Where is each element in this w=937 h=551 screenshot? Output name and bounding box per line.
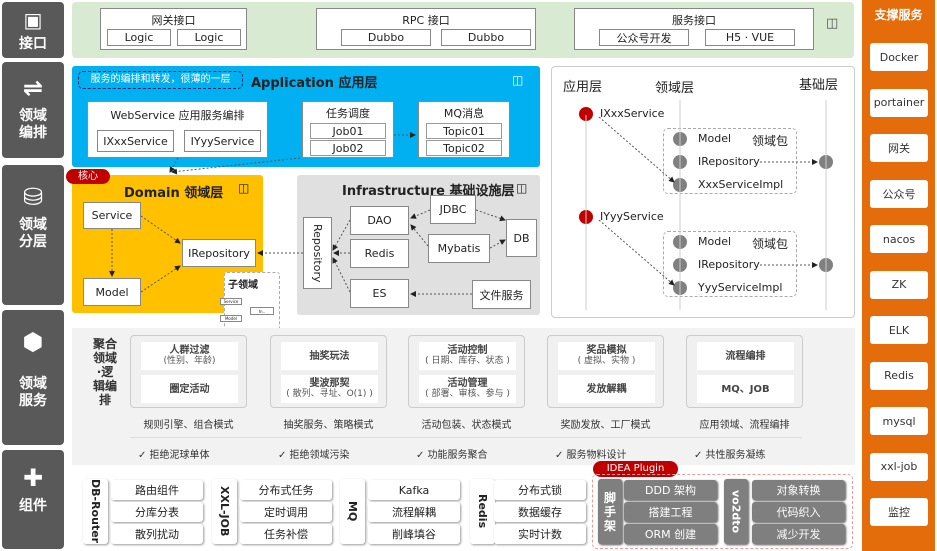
support-item[interactable]: Docker	[870, 43, 928, 71]
support-item[interactable]: nacos	[870, 225, 928, 253]
component-label: Redis	[470, 479, 495, 544]
card-caption: 应用领域、流程编排	[699, 420, 790, 431]
connector-arrows	[109, 100, 827, 310]
component-label: DB-Router	[83, 479, 108, 544]
card-item-note: ( 日期、库存、状态 )	[425, 356, 510, 366]
check-item: ✓ 拒绝领域污染	[278, 450, 350, 461]
support-item[interactable]: ELK	[870, 316, 928, 344]
card-item-note: (性别、年龄)	[163, 356, 216, 366]
card-item: 人群过滤 (性别、年龄)	[141, 342, 238, 370]
card-item: 发放解耦	[558, 375, 655, 403]
component-item: 路由组件	[111, 480, 203, 500]
card-item: 流程编排	[697, 342, 794, 370]
check-item: ✓ 服务物料设计	[555, 450, 627, 461]
component-item: 分布式任务	[240, 480, 332, 500]
card-caption: 规则引擎、组合模式	[143, 420, 234, 431]
component-item: 定时调用	[240, 502, 332, 522]
component-item: 任务补偿	[240, 524, 332, 544]
plugin-box	[592, 474, 853, 549]
check-item: ✓ 拒绝泥球单体	[138, 450, 210, 461]
support-item[interactable]: mysql	[870, 407, 928, 435]
component-label: XXL-JOB	[212, 479, 237, 544]
support-item[interactable]: 网关	[870, 134, 928, 162]
component-item: 实时计数	[494, 524, 586, 544]
card-item: MQ、JOB	[697, 375, 794, 403]
card-caption: 抽奖服务、策略模式	[283, 420, 374, 431]
card-item-title: 斐波那契	[309, 378, 350, 389]
card-item-title: 奖品模拟	[586, 345, 627, 356]
component-item: 分库分表	[111, 502, 203, 522]
card-item-title: MQ、JOB	[721, 383, 770, 395]
card-item: 奖品模拟( 虚拟、实物 )	[558, 342, 655, 370]
card-item: 抽奖玩法	[281, 342, 378, 370]
component-item: 数据缓存	[494, 502, 586, 522]
card-item-note: ( 部署、审核、参与 )	[425, 389, 510, 399]
card-item-title: 抽奖玩法	[309, 350, 350, 362]
domain-service-label: 聚合领域·逻辑编排	[92, 337, 117, 407]
service-card: 活动控制( 日期、库存、状态 ) 活动管理( 部署、审核、参与 )	[408, 335, 525, 408]
divider	[130, 437, 802, 438]
component-label: MQ	[340, 479, 365, 544]
service-card: 抽奖玩法斐波那契( 散列、寻址、O(1) )	[270, 335, 387, 408]
card-item-note: ( 虚拟、实物 )	[577, 356, 636, 366]
card-caption: 活动包装、状态模式	[421, 420, 512, 431]
card-item: 斐波那契( 散列、寻址、O(1) )	[281, 375, 378, 403]
card-item-title: 活动控制	[447, 345, 488, 356]
check-item: ✓ 功能服务聚合	[416, 450, 488, 461]
support-item[interactable]: 公众号	[870, 179, 928, 208]
card-item-title: 人群过滤	[169, 345, 210, 356]
service-card: 流程编排 MQ、JOB	[686, 335, 803, 408]
card-item-title: 圈定活动	[169, 383, 210, 395]
card-item-title: 活动管理	[447, 378, 488, 389]
support-item[interactable]: Redis	[870, 361, 928, 390]
service-card: 人群过滤 (性别、年龄) 圈定活动	[130, 335, 247, 408]
support-item[interactable]: ZK	[870, 270, 928, 299]
component-item: 流程解耦	[368, 502, 460, 522]
service-card: 奖品模拟( 虚拟、实物 ) 发放解耦	[547, 335, 664, 408]
support-item[interactable]: 监控	[870, 498, 928, 526]
card-item: 活动控制( 日期、库存、状态 )	[419, 342, 516, 370]
card-item: 圈定活动	[141, 375, 238, 403]
card-item-note: ( 散列、寻址、O(1) )	[286, 389, 373, 399]
component-item: 散列扰动	[111, 524, 203, 544]
component-item: 削峰填谷	[368, 524, 460, 544]
support-title: 支撑服务	[874, 8, 923, 22]
card-item: 活动管理( 部署、审核、参与 )	[419, 375, 516, 403]
component-item: Kafka	[368, 480, 460, 500]
card-caption: 奖励发放、工厂模式	[560, 420, 651, 431]
support-item[interactable]: portainer	[870, 88, 928, 117]
support-item[interactable]: xxl-job	[870, 452, 928, 481]
card-item-title: 发放解耦	[586, 383, 627, 395]
check-item: ✓ 共性服务凝练	[694, 450, 766, 461]
card-item-title: 流程编排	[725, 350, 766, 362]
component-item: 分布式锁	[494, 480, 586, 500]
